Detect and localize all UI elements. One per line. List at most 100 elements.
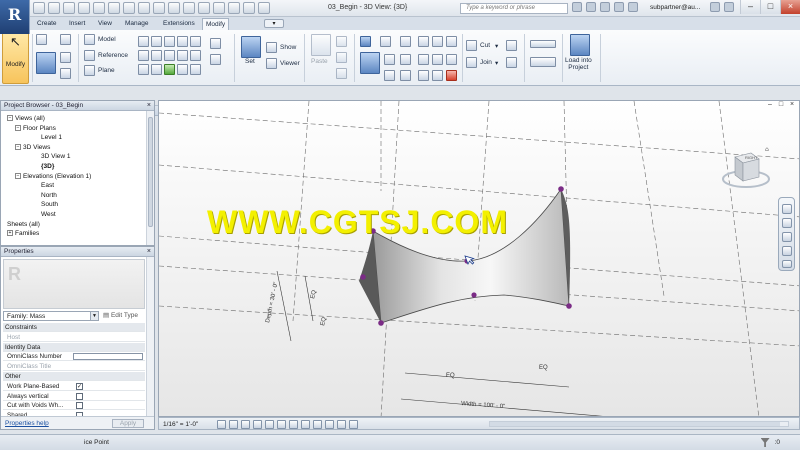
analytical-model-icon[interactable] [349, 420, 358, 429]
copy-icon[interactable] [336, 36, 347, 47]
maximize-button[interactable]: □ [760, 0, 780, 14]
show-crop-region-icon[interactable] [289, 420, 298, 429]
eq-dimension-label[interactable]: EQ [320, 316, 328, 326]
tab-create[interactable]: Create [34, 18, 60, 30]
depth-dimension-line[interactable] [276, 270, 292, 342]
switch-windows-icon[interactable] [243, 2, 255, 14]
exchange-icon[interactable] [710, 2, 720, 12]
width-dimension-line[interactable] [400, 398, 611, 417]
eq-dimension-label[interactable]: EQ [446, 373, 455, 379]
property-checkbox[interactable] [76, 402, 83, 410]
restore-view-button[interactable]: – [765, 101, 775, 110]
show-label[interactable]: Show [280, 44, 296, 51]
search-input[interactable]: Type a keyword or phrase [460, 3, 568, 14]
plane-icon[interactable] [84, 65, 95, 76]
property-group-header[interactable]: Constraints [3, 323, 145, 332]
set-work-plane-icon[interactable] [241, 36, 261, 58]
viewcube-face-label[interactable]: RIGHT [745, 155, 758, 160]
3d-view-icon[interactable] [183, 2, 195, 14]
tree-item[interactable]: 3D View 1 [41, 153, 71, 160]
fillet-arc-icon[interactable] [177, 50, 188, 61]
property-checkbox[interactable] [76, 392, 83, 400]
property-group-header[interactable]: Identity Data [3, 342, 145, 352]
tab-manage[interactable]: Manage [122, 18, 152, 30]
plane-label[interactable]: Plane [98, 67, 115, 74]
reference-plane[interactable] [633, 101, 665, 297]
mirror-draw-icon[interactable] [418, 36, 429, 47]
model-canvas[interactable]: Depth = 30' - 0" EQ EQ EQ EQ Width = 100… [159, 101, 800, 417]
user-icon[interactable] [628, 2, 638, 12]
sync-icon[interactable] [63, 2, 75, 14]
reveal-hidden-icon[interactable] [325, 420, 334, 429]
form-point[interactable] [471, 292, 477, 298]
print-icon[interactable] [108, 2, 120, 14]
partial-ellipse-icon[interactable] [151, 64, 162, 75]
favorites-icon[interactable] [614, 2, 624, 12]
dimension-icon[interactable] [138, 2, 150, 14]
tree-item[interactable]: Sheets (all) [7, 221, 40, 228]
copy-element-icon[interactable] [384, 54, 395, 65]
eq-dimension-line[interactable] [404, 372, 570, 388]
binoculars-icon[interactable] [572, 2, 582, 12]
type-properties-icon[interactable] [36, 34, 47, 45]
close-icon[interactable]: × [147, 247, 151, 257]
scale-icon[interactable] [400, 70, 411, 81]
viewcube-right-face[interactable] [742, 158, 760, 182]
tree-item[interactable]: + Families [7, 230, 39, 237]
width-dimension-label[interactable]: Width = 100' - 0" [461, 401, 505, 410]
maximize-view-button[interactable]: □ [776, 101, 786, 110]
viewer-icon[interactable] [266, 58, 277, 69]
family-category-icon[interactable] [60, 52, 71, 63]
pick-lines-icon[interactable] [164, 64, 175, 75]
property-group-header[interactable]: Other [3, 372, 145, 381]
move-icon[interactable] [360, 52, 380, 74]
delete-icon[interactable] [446, 70, 457, 81]
customize-qat-icon[interactable] [258, 2, 270, 14]
model-label[interactable]: Model [98, 36, 116, 43]
properties-help-link[interactable]: Properties help [5, 420, 49, 427]
array-icon[interactable] [384, 70, 395, 81]
thin-lines-icon[interactable] [213, 2, 225, 14]
viewer-label[interactable]: Viewer [280, 60, 300, 67]
cut-dropdown-icon[interactable]: ▾ [495, 42, 498, 50]
join-geometry-icon[interactable] [466, 57, 477, 68]
eq-dimension-label[interactable]: EQ [539, 365, 548, 371]
worksharing-display-icon[interactable] [337, 420, 346, 429]
tangent-arc-icon[interactable] [164, 50, 175, 61]
tag-icon[interactable] [153, 2, 165, 14]
draw-on-plane-icon[interactable] [210, 54, 221, 65]
save-icon[interactable] [48, 2, 60, 14]
close-button[interactable]: × [780, 0, 800, 14]
circle-icon[interactable] [177, 36, 188, 47]
chevron-down-icon[interactable]: ▼ [90, 312, 98, 320]
rotate-icon[interactable] [400, 54, 411, 65]
reference-label[interactable]: Reference [98, 52, 128, 59]
eq-dimension-label[interactable]: EQ [310, 289, 318, 299]
cut-label[interactable]: Cut [480, 42, 490, 49]
wall-joins-icon[interactable] [506, 40, 517, 51]
temporary-hide-icon[interactable] [313, 420, 322, 429]
lock-view-icon[interactable] [301, 420, 310, 429]
load-into-project-label[interactable]: Load into Project [565, 57, 592, 71]
close-icon[interactable]: × [147, 101, 151, 111]
tree-expand-icon[interactable]: + [7, 230, 13, 237]
viewcube[interactable]: RIGHT ⌂ [721, 145, 771, 191]
edit-type-button[interactable]: ▤ Edit Type [103, 311, 149, 321]
redo-icon[interactable] [93, 2, 105, 14]
tree-item[interactable]: North [41, 192, 57, 199]
property-checkbox[interactable]: ✓ [76, 382, 83, 390]
tree-item[interactable]: − Elevations (Elevation 1) [15, 173, 91, 180]
line-icon[interactable] [138, 36, 149, 47]
horizontal-scrollbar[interactable] [489, 421, 789, 427]
tree-item[interactable]: Level 1 [41, 134, 62, 141]
tree-item[interactable]: East [41, 182, 54, 189]
zoom-icon[interactable] [782, 218, 792, 228]
pin-icon[interactable] [432, 54, 443, 65]
measure-distance-icon[interactable] [530, 40, 556, 48]
properties-scrollbar[interactable] [146, 257, 154, 429]
tree-expand-icon[interactable]: − [15, 144, 21, 151]
split-gap-icon[interactable] [446, 36, 457, 47]
center-arc-icon[interactable] [151, 50, 162, 61]
view-scale[interactable]: 1/16" = 1'-0" [163, 421, 198, 428]
align-icon[interactable] [360, 36, 371, 47]
